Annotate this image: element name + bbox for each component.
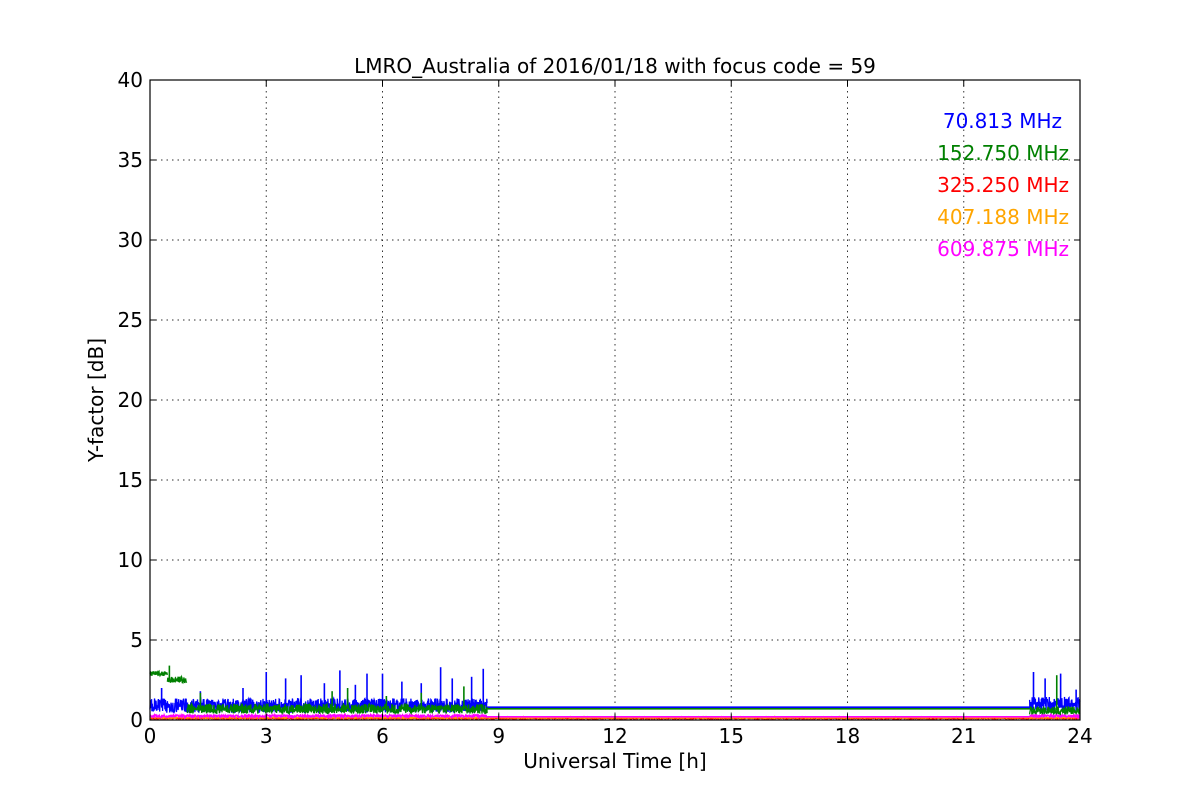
y-tick-label: 0: [130, 708, 143, 732]
y-tick-label: 10: [118, 548, 143, 572]
y-tick-label: 30: [118, 228, 143, 252]
x-tick-label: 3: [260, 724, 273, 748]
x-tick-label: 12: [602, 724, 627, 748]
y-tick-label: 20: [118, 388, 143, 412]
legend-entry: 407.188 MHz: [937, 205, 1069, 229]
x-tick-label: 21: [951, 724, 976, 748]
legend-entry: 152.750 MHz: [937, 141, 1069, 165]
chart-figure: LMRO_Australia of 2016/01/18 with focus …: [0, 0, 1200, 800]
series-segment: [149, 712, 488, 720]
y-tick-label: 35: [118, 148, 143, 172]
chart-title: LMRO_Australia of 2016/01/18 with focus …: [354, 54, 876, 78]
x-tick-label: 0: [144, 724, 157, 748]
line-chart: LMRO_Australia of 2016/01/18 with focus …: [84, 54, 1093, 773]
series-segment: [1028, 705, 1081, 716]
x-axis-title: Universal Time [h]: [523, 749, 706, 773]
x-tick-label: 18: [835, 724, 860, 748]
x-tick-label: 6: [376, 724, 389, 748]
y-tick-label: 40: [118, 68, 143, 92]
y-tick-label: 25: [118, 308, 143, 332]
y-tick-label: 15: [118, 468, 143, 492]
series-segment: [149, 669, 169, 678]
y-tick-label: 5: [130, 628, 143, 652]
x-tick-label: 24: [1067, 724, 1092, 748]
axis-ticks: 0 3 6 9 12 15 18 21 24 0 5 10 15 20 25 30 35 40: [118, 68, 1093, 748]
legend-entry: 609.875 MHz: [937, 237, 1069, 261]
y-axis-title: Y-factor [dB]: [84, 338, 108, 463]
series-segment: [1029, 712, 1081, 720]
legend: 70.813 MHz 152.750 MHz 325.250 MHz 407.188 …: [937, 109, 1069, 261]
legend-entry: 325.250 MHz: [937, 173, 1069, 197]
series-segment: [166, 674, 188, 685]
x-tick-label: 9: [492, 724, 505, 748]
series-lines: [149, 665, 1081, 721]
legend-entry: 70.813 MHz: [943, 109, 1062, 133]
x-tick-label: 15: [719, 724, 744, 748]
